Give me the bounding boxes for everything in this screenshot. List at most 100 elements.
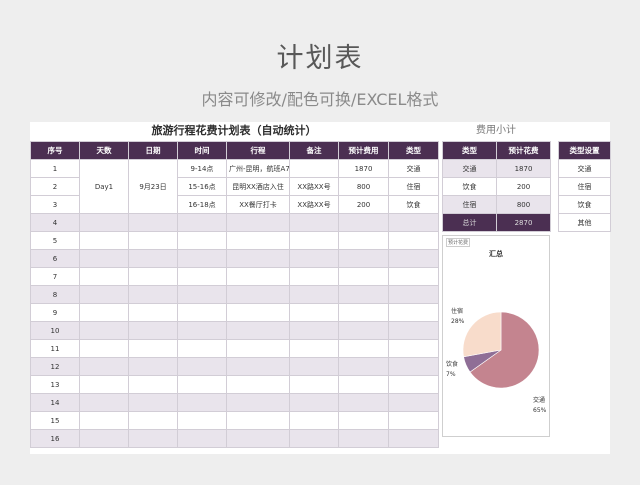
type-settings-cell[interactable]: 住宿 xyxy=(558,177,611,196)
cell-time[interactable]: 16-18点 xyxy=(177,195,227,214)
cell-cost[interactable] xyxy=(338,249,389,268)
cell-no[interactable]: 11 xyxy=(30,339,80,358)
cell-trip[interactable] xyxy=(226,339,290,358)
cell-type[interactable] xyxy=(388,321,439,340)
cell-trip[interactable] xyxy=(226,285,290,304)
cell-type[interactable] xyxy=(388,267,439,286)
cell-time[interactable] xyxy=(177,267,227,286)
cell-type[interactable] xyxy=(388,231,439,250)
cell-time[interactable] xyxy=(177,375,227,394)
cell-day[interactable] xyxy=(79,339,129,358)
cell-type[interactable] xyxy=(388,375,439,394)
cell-note[interactable] xyxy=(289,213,339,232)
cell-cost[interactable] xyxy=(338,411,389,430)
type-settings-cell[interactable]: 饮食 xyxy=(558,195,611,214)
type-settings-cell[interactable]: 其他 xyxy=(558,213,611,232)
cell-time[interactable] xyxy=(177,339,227,358)
cell-time[interactable] xyxy=(177,213,227,232)
cell-day[interactable] xyxy=(79,321,129,340)
cell-note[interactable] xyxy=(289,159,339,178)
cell-cost[interactable] xyxy=(338,267,389,286)
cell-time[interactable] xyxy=(177,321,227,340)
summary-cell[interactable]: 200 xyxy=(496,177,551,196)
cell-day[interactable] xyxy=(79,393,129,412)
summary-cell[interactable]: 住宿 xyxy=(442,195,497,214)
cell-note[interactable]: XX路XX号 xyxy=(289,195,339,214)
cell-time[interactable] xyxy=(177,357,227,376)
cell-cost[interactable] xyxy=(338,303,389,322)
cell-trip[interactable]: 昆明XX酒店入住 xyxy=(226,177,290,196)
cell-day[interactable] xyxy=(79,285,129,304)
cell-date[interactable] xyxy=(128,267,178,286)
cell-date[interactable] xyxy=(128,231,178,250)
cell-trip[interactable] xyxy=(226,393,290,412)
cell-type[interactable] xyxy=(388,213,439,232)
cell-note[interactable] xyxy=(289,303,339,322)
cell-type[interactable]: 交通 xyxy=(388,159,439,178)
cell-time[interactable] xyxy=(177,393,227,412)
cell-note[interactable] xyxy=(289,393,339,412)
cell-type[interactable] xyxy=(388,249,439,268)
cell-type[interactable] xyxy=(388,285,439,304)
cell-no[interactable]: 16 xyxy=(30,429,80,448)
cell-time[interactable]: 15-16点 xyxy=(177,177,227,196)
pie-slice-2[interactable] xyxy=(462,311,502,358)
cell-cost[interactable] xyxy=(338,339,389,358)
cell-date[interactable] xyxy=(128,429,178,448)
cell-date[interactable] xyxy=(128,393,178,412)
cell-time[interactable] xyxy=(177,303,227,322)
cell-type[interactable]: 饮食 xyxy=(388,195,439,214)
cell-day[interactable] xyxy=(79,303,129,322)
cell-note[interactable]: XX路XX号 xyxy=(289,177,339,196)
cell-no[interactable]: 2 xyxy=(30,177,80,196)
cell-trip[interactable] xyxy=(226,213,290,232)
cell-time[interactable] xyxy=(177,249,227,268)
summary-cell[interactable]: 1870 xyxy=(496,159,551,178)
cell-trip[interactable] xyxy=(226,375,290,394)
cell-no[interactable]: 3 xyxy=(30,195,80,214)
cell-type[interactable] xyxy=(388,339,439,358)
type-settings-cell[interactable]: 交通 xyxy=(558,159,611,178)
cell-trip[interactable] xyxy=(226,429,290,448)
cell-note[interactable] xyxy=(289,321,339,340)
summary-total-value[interactable]: 2870 xyxy=(496,213,551,232)
cell-type[interactable] xyxy=(388,357,439,376)
cell-trip[interactable] xyxy=(226,321,290,340)
cell-no[interactable]: 8 xyxy=(30,285,80,304)
cell-day[interactable] xyxy=(79,213,129,232)
cell-trip[interactable] xyxy=(226,249,290,268)
cell-trip[interactable]: 广州-昆明，航班A7301 xyxy=(226,159,290,178)
cell-no[interactable]: 13 xyxy=(30,375,80,394)
cell-note[interactable] xyxy=(289,249,339,268)
cell-note[interactable] xyxy=(289,429,339,448)
cell-day[interactable] xyxy=(79,249,129,268)
cell-cost[interactable] xyxy=(338,231,389,250)
cell-day[interactable] xyxy=(79,357,129,376)
cell-date[interactable]: 9月23日 xyxy=(128,159,178,214)
cell-time[interactable] xyxy=(177,429,227,448)
summary-total-label[interactable]: 总计 xyxy=(442,213,497,232)
pie-chart-panel[interactable]: 交通 65% 饮食 7% 住宿 28% 预计花费 汇总 xyxy=(442,235,550,437)
cell-no[interactable]: 7 xyxy=(30,267,80,286)
cell-no[interactable]: 5 xyxy=(30,231,80,250)
cell-trip[interactable] xyxy=(226,231,290,250)
cell-day[interactable] xyxy=(79,429,129,448)
cell-note[interactable] xyxy=(289,285,339,304)
cell-time[interactable] xyxy=(177,231,227,250)
cell-cost[interactable] xyxy=(338,213,389,232)
cell-note[interactable] xyxy=(289,357,339,376)
cell-no[interactable]: 10 xyxy=(30,321,80,340)
cell-cost[interactable] xyxy=(338,357,389,376)
cell-day[interactable] xyxy=(79,267,129,286)
cell-date[interactable] xyxy=(128,339,178,358)
cell-date[interactable] xyxy=(128,303,178,322)
cell-no[interactable]: 12 xyxy=(30,357,80,376)
cell-date[interactable] xyxy=(128,249,178,268)
cell-day[interactable] xyxy=(79,411,129,430)
cell-time[interactable]: 9-14点 xyxy=(177,159,227,178)
cell-note[interactable] xyxy=(289,375,339,394)
summary-cell[interactable]: 交通 xyxy=(442,159,497,178)
cell-time[interactable] xyxy=(177,411,227,430)
cell-cost[interactable] xyxy=(338,429,389,448)
cell-cost[interactable] xyxy=(338,393,389,412)
